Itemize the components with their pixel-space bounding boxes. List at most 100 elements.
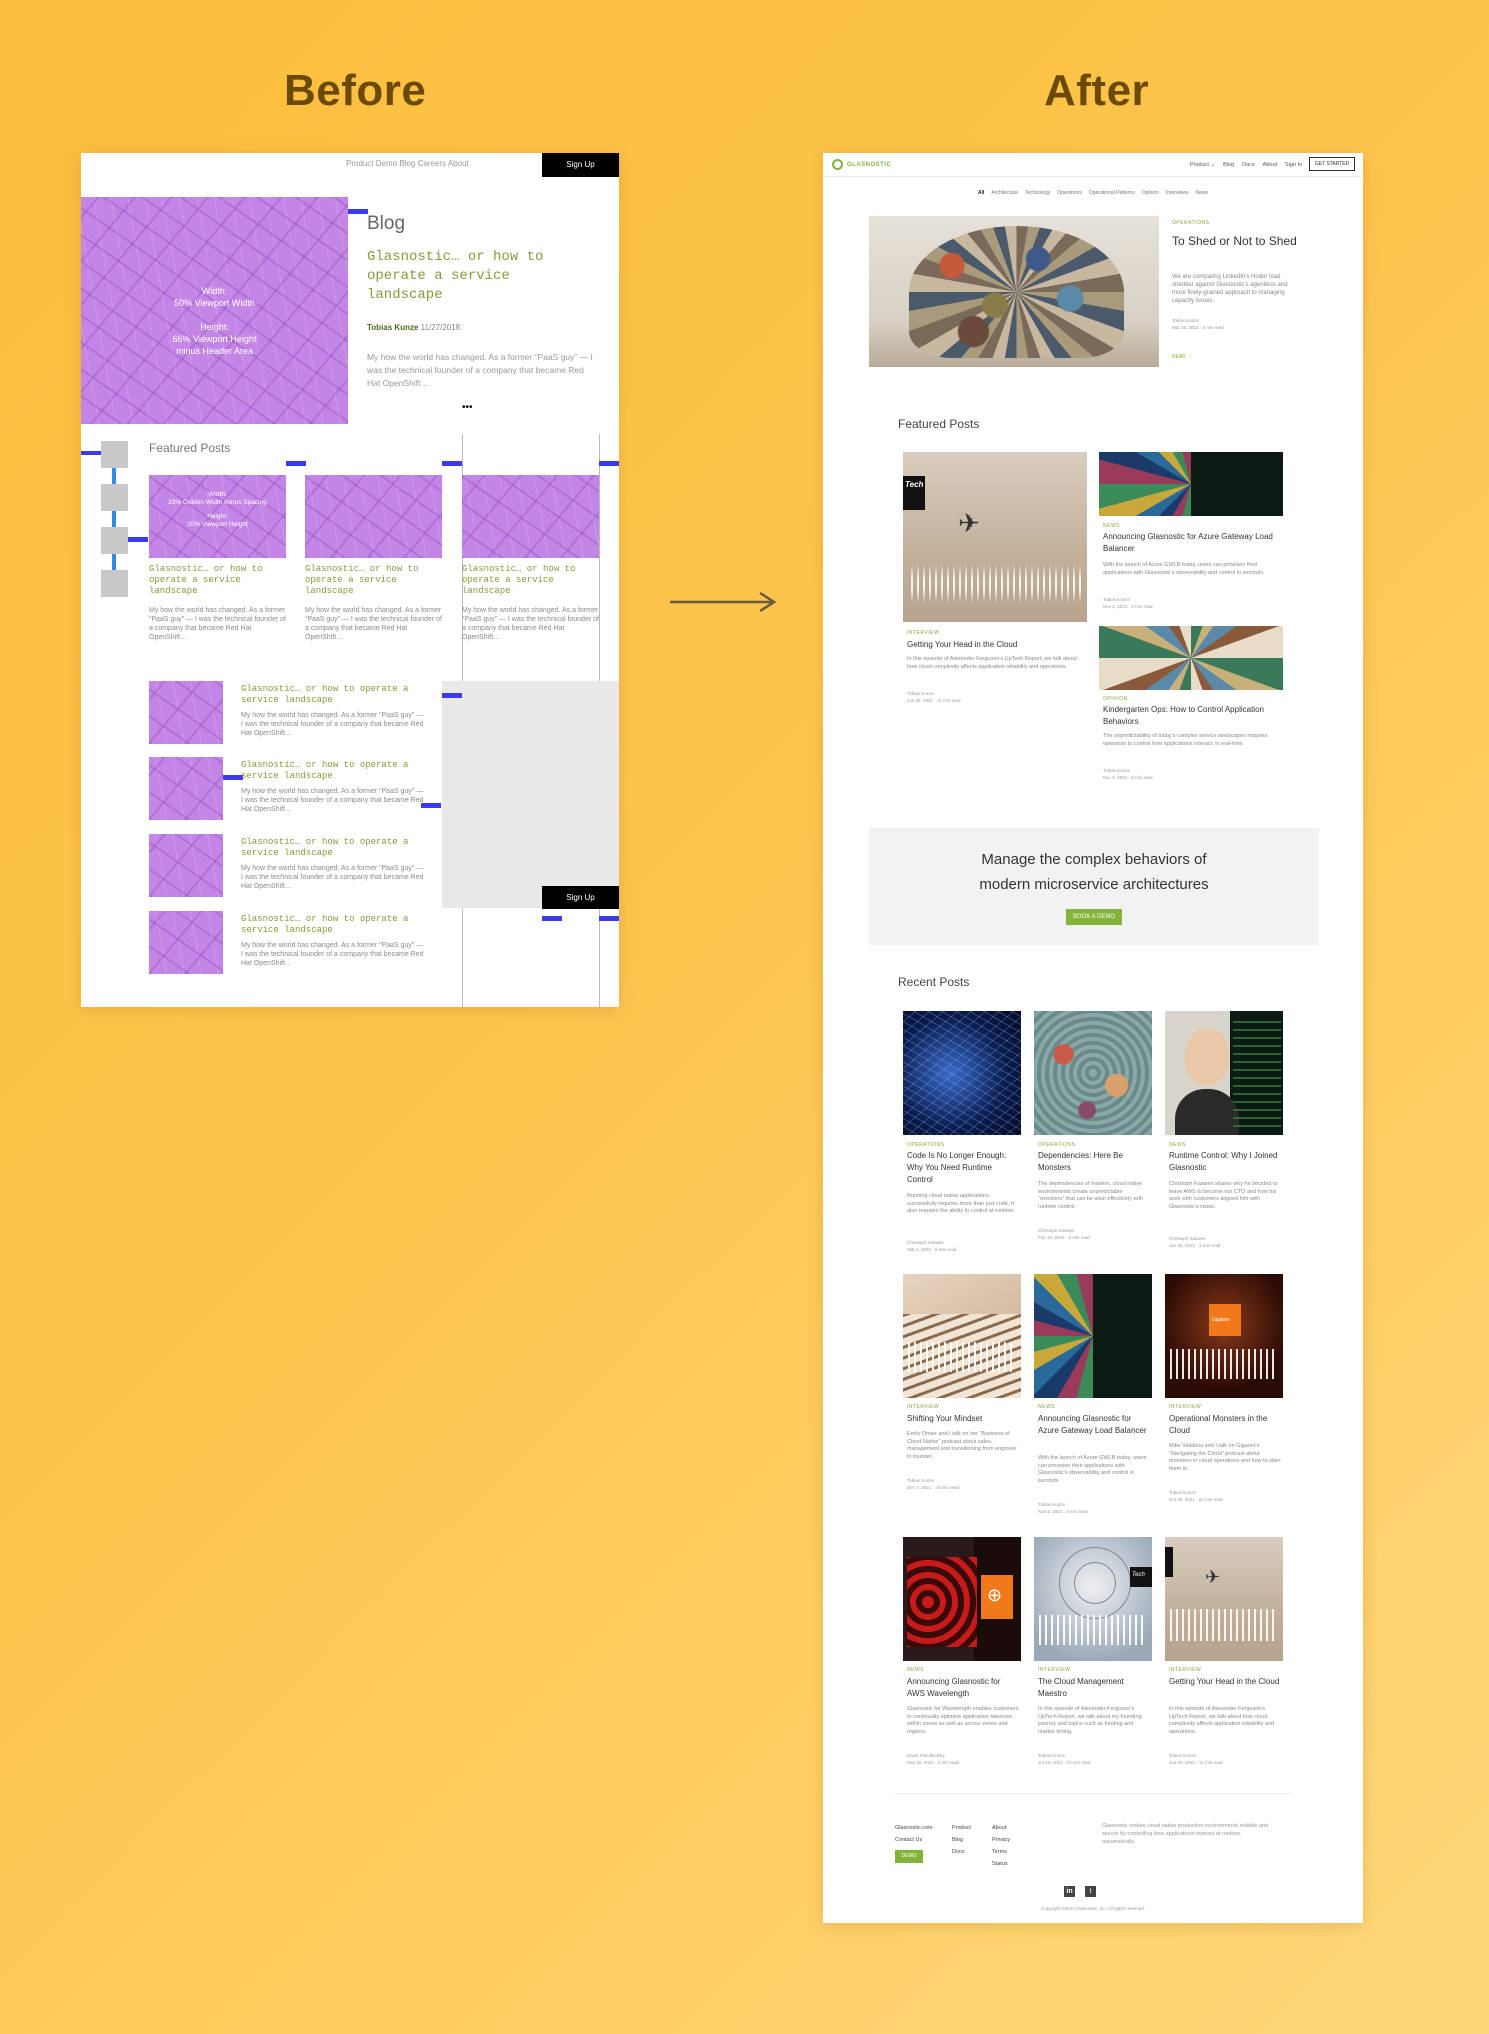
featured-title-1[interactable]: Getting Your Head in the Cloud <box>907 639 1079 651</box>
nav-about[interactable]: About <box>1263 162 1277 168</box>
recent-title-6[interactable]: Operational Monsters in the Cloud <box>1169 1413 1281 1437</box>
hero-read-link[interactable]: READ → <box>1172 354 1192 360</box>
nav-docs[interactable]: Docs <box>1242 162 1255 168</box>
featured-excerpt-2: With the launch of Azure GWLB today, use… <box>1103 562 1265 576</box>
recent-author-5: Tobias Kunze <box>1038 1502 1066 1507</box>
recent-image-1[interactable] <box>903 1011 1021 1135</box>
recent-image-9[interactable]: ✈ <box>1165 1537 1283 1661</box>
chevron-down-icon: ⌄ <box>1210 162 1216 168</box>
hero-date: Mar 15, 2022 · 8 min read <box>1172 325 1224 330</box>
before-card-excerpt-2: My how the world has changed. As a forme… <box>305 607 442 641</box>
featured-category-2: NEWS <box>1103 523 1120 529</box>
recent-author-6: Tobias Kunze <box>1169 1490 1197 1495</box>
recent-title-2[interactable]: Dependencies: Here Be Monsters <box>1038 1150 1150 1174</box>
before-blog-heading: Blog <box>367 213 406 234</box>
featured-title-3[interactable]: Kindergarten Ops: How to Control Applica… <box>1103 704 1281 728</box>
twitter-icon[interactable]: t <box>1085 1886 1096 1897</box>
filter-operational-patterns[interactable]: Operational Patterns <box>1089 190 1135 196</box>
before-card-excerpt-1: My how the world has changed. As a forme… <box>149 607 286 641</box>
recent-title-9[interactable]: Getting Your Head in the Cloud <box>1169 1676 1281 1688</box>
recent-image-5[interactable] <box>1034 1274 1152 1398</box>
footer-link-about[interactable]: About <box>992 1822 1010 1834</box>
footer-link-contact[interactable]: Contact Us <box>895 1834 933 1846</box>
hero-author: Tobias Kunze <box>1172 318 1200 323</box>
featured-author-2: Tobias Kunze <box>1103 597 1131 602</box>
before-card-title-2[interactable]: Glasnostic… or how to operate a service … <box>305 564 442 597</box>
recent-title-3[interactable]: Runtime Control: Why I Joined Glasnostic <box>1169 1150 1281 1174</box>
featured-date-1: Jun 29, 2021 · 11 min read <box>907 698 961 703</box>
get-started-button[interactable]: GET STARTED <box>1309 157 1355 171</box>
recent-image-3[interactable] <box>1165 1011 1283 1135</box>
linkedin-icon[interactable]: in <box>1064 1886 1075 1897</box>
before-heading: Before <box>284 66 427 115</box>
recent-image-4[interactable] <box>903 1274 1021 1398</box>
recent-image-7[interactable]: ⊕ <box>903 1537 1021 1661</box>
hero-height-label: Height: <box>200 322 229 332</box>
filter-technology[interactable]: Technology <box>1025 190 1050 196</box>
nav-product[interactable]: Product ⌄ <box>1190 162 1215 168</box>
footer-link-blog[interactable]: Blog <box>952 1834 971 1846</box>
recent-image-6[interactable]: Gigaom <box>1165 1274 1283 1398</box>
recent-category-3: NEWS <box>1169 1142 1186 1148</box>
recent-category-9: INTERVIEW <box>1169 1667 1202 1673</box>
filter-operations[interactable]: Operations <box>1057 190 1081 196</box>
before-list-title-3[interactable]: Glasnostic… or how to operate a service … <box>241 837 426 859</box>
before-list-image-3 <box>149 834 223 897</box>
hero-title[interactable]: To Shed or Not to Shed <box>1172 233 1297 249</box>
recent-title-7[interactable]: Announcing Glasnostic for AWS Wavelength <box>907 1676 1019 1700</box>
filter-interviews[interactable]: Interviews <box>1166 190 1189 196</box>
copyright-text: Copyright ©2022 Glasnostic, Inc. All rig… <box>1040 1906 1146 1911</box>
before-card-title-3[interactable]: Glasnostic… or how to operate a service … <box>462 564 599 597</box>
featured-title-2[interactable]: Announcing Glasnostic for Azure Gateway … <box>1103 531 1275 555</box>
footer-link-terms[interactable]: Terms <box>992 1846 1010 1858</box>
footer-link-product[interactable]: Product <box>952 1822 971 1834</box>
footer-link-docs[interactable]: Docs <box>952 1846 971 1858</box>
before-list-title-4[interactable]: Glasnostic… or how to operate a service … <box>241 914 426 936</box>
before-page: Product Demo Blog Careers About Sign Up … <box>81 153 619 1007</box>
glasnostic-logo[interactable]: GLASNOSTIC <box>832 159 891 170</box>
recent-title-5[interactable]: Announcing Glasnostic for Azure Gateway … <box>1038 1413 1150 1437</box>
footer-link-privacy[interactable]: Privacy <box>992 1834 1010 1846</box>
before-list-title-1[interactable]: Glasnostic… or how to operate a service … <box>241 684 426 706</box>
nav-blog[interactable]: Blog <box>1223 162 1234 168</box>
filter-news[interactable]: News <box>1195 190 1208 196</box>
featured-heading: Featured Posts <box>898 417 980 431</box>
before-card-excerpt-3: My how the world has changed. As a forme… <box>462 607 599 641</box>
wavelength-globe-icon: ⊕ <box>987 1585 1003 1605</box>
before-post-byline: Tobias Kunze 11/27/2018 <box>367 323 460 332</box>
after-page: GLASNOSTIC Product ⌄ Blog Docs About Sig… <box>823 153 1363 1923</box>
recent-image-2[interactable] <box>1034 1011 1152 1135</box>
before-list-image-2 <box>149 757 223 820</box>
footer-link-glasnostic[interactable]: Glasnostic.com <box>895 1822 933 1834</box>
recent-category-7: NEWS <box>907 1667 924 1673</box>
before-list-excerpt-2: My how the world has changed. As a forme… <box>241 788 424 813</box>
recent-title-4[interactable]: Shifting Your Mindset <box>907 1413 1019 1425</box>
filter-opinion[interactable]: Opinion <box>1142 190 1159 196</box>
book-demo-button[interactable]: BOOK A DEMO <box>1066 909 1122 925</box>
footer-link-status[interactable]: Status <box>992 1858 1010 1870</box>
before-list-title-2[interactable]: Glasnostic… or how to operate a service … <box>241 760 426 782</box>
footer-demo-button[interactable]: DEMO <box>895 1850 923 1863</box>
featured-image-1[interactable]: Tech ✈ <box>903 452 1087 622</box>
before-post-title[interactable]: Glasnostic… or how to operate a service … <box>367 248 587 305</box>
recent-title-1[interactable]: Code Is No Longer Enough: Why You Need R… <box>907 1150 1019 1186</box>
featured-image-3[interactable] <box>1099 626 1283 690</box>
before-more-dots[interactable]: ••• <box>462 402 473 413</box>
before-signup-button[interactable]: Sign Up <box>542 153 619 177</box>
nav-signin[interactable]: Sign In <box>1285 162 1302 168</box>
recent-category-8: INTERVIEW <box>1038 1667 1071 1673</box>
before-nav-links[interactable]: Product Demo Blog Careers About <box>346 159 469 168</box>
recent-excerpt-4: Emily Omier and I talk on her “Business … <box>907 1431 1017 1460</box>
recent-image-8[interactable]: Tech <box>1034 1537 1152 1661</box>
recent-date-2: Feb 16, 2022 · 6 min read <box>1038 1235 1090 1240</box>
filter-architecture[interactable]: Architecture <box>991 190 1018 196</box>
filter-all[interactable]: All <box>978 190 984 196</box>
before-card-title-1[interactable]: Glasnostic… or how to operate a service … <box>149 564 286 597</box>
before-signup-button-2[interactable]: Sign Up <box>542 886 619 909</box>
hero-image[interactable] <box>869 216 1159 367</box>
banner-line-2: modern microservice architectures <box>979 876 1209 893</box>
recent-title-8[interactable]: The Cloud Management Maestro <box>1038 1676 1150 1700</box>
recent-date-3: Jan 25, 2022 · 3 min read <box>1169 1243 1221 1248</box>
hero-width-value: 50% Viewport Width <box>174 298 255 308</box>
featured-image-2[interactable] <box>1099 452 1283 516</box>
